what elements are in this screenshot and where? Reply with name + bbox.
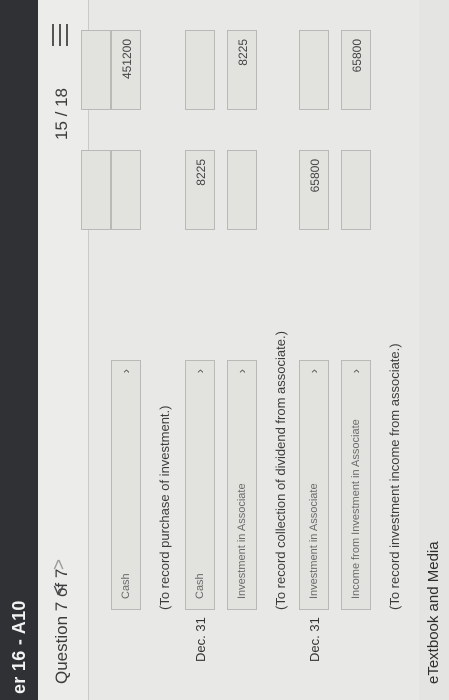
account-name: Income from Investment in Associate [350,419,362,599]
credit-field[interactable]: 451200 [111,30,141,110]
table-row: Dec. 31 Investment in Associate › 65800 [295,0,335,700]
credit-value: 65800 [350,39,364,73]
menu-line [59,24,61,46]
table-row: Investment in Associate › 8225 [223,0,263,700]
table-row: Cash › 451200 [107,0,147,700]
credit-field[interactable] [299,30,329,110]
account-name: Investment in Associate [236,483,248,599]
chevron-down-icon: › [234,369,249,374]
account-select[interactable]: Income from Investment in Associate › [341,360,371,610]
chevron-down-icon: › [192,369,207,374]
screen: er 16 - A10 Question 7 of 7 < > 15 / 18 [0,0,449,700]
entry-date: Dec. 31 [193,617,208,662]
account-name: Investment in Associate [308,483,320,599]
account-name: Cash [120,573,132,599]
credit-field[interactable]: 65800 [341,30,371,110]
credit-value: 451200 [120,39,134,80]
chevron-down-icon: › [306,369,321,374]
credit-field[interactable] [185,30,215,110]
account-name: Cash [194,573,206,599]
entry-note: (To record purchase of investment.) [157,405,172,610]
debit-field[interactable]: 8225 [185,150,215,230]
entry-date: Dec. 31 [307,617,322,662]
next-question-button[interactable]: > [49,559,71,570]
debit-field[interactable] [341,150,371,230]
debit-field[interactable] [227,150,257,230]
credit-field[interactable]: 8225 [227,30,257,110]
debit-field[interactable]: 65800 [299,150,329,230]
top-bar: er 16 - A10 [0,0,38,700]
account-select[interactable]: Cash › [185,360,215,610]
score-display: 15 / 18 [52,88,71,140]
entry-note: (To record investment income from associ… [387,343,402,610]
account-select[interactable]: Investment in Associate › [299,360,329,610]
table-row: Income from Investment in Associate › 65… [337,0,377,700]
etextbook-link[interactable]: eTextbook and Media [425,541,442,684]
chevron-down-icon: › [348,369,363,374]
debit-field[interactable] [111,150,141,230]
journal-entries: Cash › 451200 (To record purchase of inv… [81,0,419,700]
course-title: er 16 - A10 [9,600,29,694]
journal-page: er 16 - A10 Question 7 of 7 < > 15 / 18 [0,0,449,700]
entry-note: (To record collection of dividend from a… [273,331,288,610]
debit-value: 8225 [194,159,208,186]
account-select[interactable]: Cash › [111,360,141,610]
resources-footer: eTextbook and Media [419,0,449,700]
account-select[interactable]: Investment in Associate › [227,360,257,610]
previous-question-button[interactable]: < [49,585,71,596]
chevron-down-icon: › [118,369,133,374]
table-row: Dec. 31 Cash › 8225 [181,0,221,700]
menu-line [66,24,68,46]
menu-line [52,24,54,46]
hamburger-icon[interactable] [52,24,70,46]
credit-value: 8225 [236,39,250,66]
debit-value: 65800 [308,159,322,193]
